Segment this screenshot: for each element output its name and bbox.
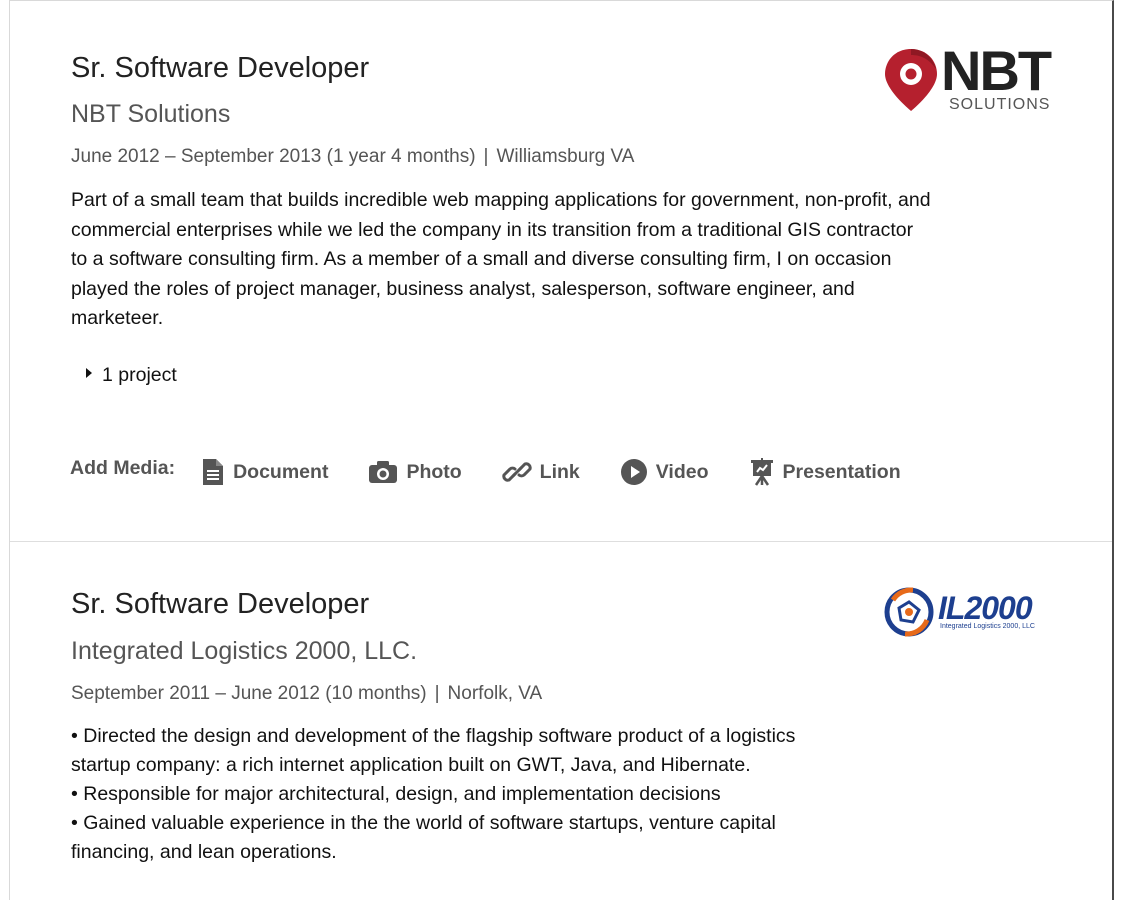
expand-triangle-icon [86,367,92,378]
logo-name: IL2000 [938,590,1033,626]
job-dates: September 2011 – June 2012 (10 months) | N… [71,683,542,705]
description-line: played the roles of project manager, bus… [71,277,855,300]
company-logo[interactable]: IL2000 Integrated Logistics 2000, LLC [883,586,1061,638]
company-name[interactable]: NBT Solutions [71,100,230,129]
add-presentation-button[interactable]: Presentation [749,458,901,486]
job-dates: June 2012 – September 2013 (1 year 4 mon… [71,146,634,168]
document-icon [203,459,224,485]
link-icon [502,462,532,482]
description-line: to a software consulting firm. As a memb… [71,248,892,270]
bullet-line: startup company: a rich internet applica… [71,754,751,776]
job-location: Norfolk, VA [447,683,543,704]
job-title: Sr. Software Developer [71,588,370,620]
experience-panel: Sr. Software Developer NBT Solutions Jun… [9,0,1114,900]
projects-toggle-label: 1 project [102,364,177,386]
job-title: Sr. Software Developer [71,52,370,84]
add-video-button[interactable]: Video [620,458,709,486]
job-location: Williamsburg VA [496,146,635,167]
job-description: Part of a small team that builds incredi… [71,186,931,334]
video-label: Video [655,460,709,483]
separator: | [483,146,489,167]
experience-entry: Sr. Software Developer NBT Solutions Jun… [10,1,1112,542]
add-media-label: Add Media: [70,456,176,479]
play-icon [620,459,647,485]
document-label: Document [233,460,329,483]
link-label: Link [539,460,580,483]
presentation-label: Presentation [782,460,901,483]
description-line: commercial enterprises while we led the … [71,218,914,241]
company-name[interactable]: Integrated Logistics 2000, LLC. [71,637,417,666]
projects-toggle[interactable]: 1 project [86,364,177,387]
add-link-button[interactable]: Link [502,457,580,487]
logo-sub: Integrated Logistics 2000, LLC [940,623,1035,630]
separator: | [434,683,440,704]
bullet-line: • Gained valuable experience in the the … [71,812,776,834]
logo-sub: SOLUTIONS [949,96,1051,113]
bullet-line: financing, and lean operations. [71,841,337,863]
job-bullets: • Directed the design and development of… [71,722,795,867]
add-media-bar: Add Media: Document Photo Link Video Pre… [70,457,941,487]
photo-label: Photo [406,460,462,483]
description-line: marketeer. [71,307,164,329]
add-photo-button[interactable]: Photo [368,460,462,484]
bullet-line: • Responsible for major architectural, d… [71,783,721,805]
camera-icon [369,461,398,483]
date-range: June 2012 – September 2013 (1 year 4 mon… [71,146,476,167]
add-document-button[interactable]: Document [201,458,328,486]
experience-entry: Sr. Software Developer Integrated Logist… [10,542,1112,901]
globe-icon [884,587,934,637]
presentation-icon [750,458,773,486]
description-line: Part of a small team that builds incredi… [71,189,931,211]
company-logo[interactable]: NBT SOLUTIONS [883,39,1058,115]
bullet-line: • Directed the design and development of… [71,725,796,747]
logo-name: NBT [941,39,1052,102]
date-range: September 2011 – June 2012 (10 months) [71,683,427,704]
